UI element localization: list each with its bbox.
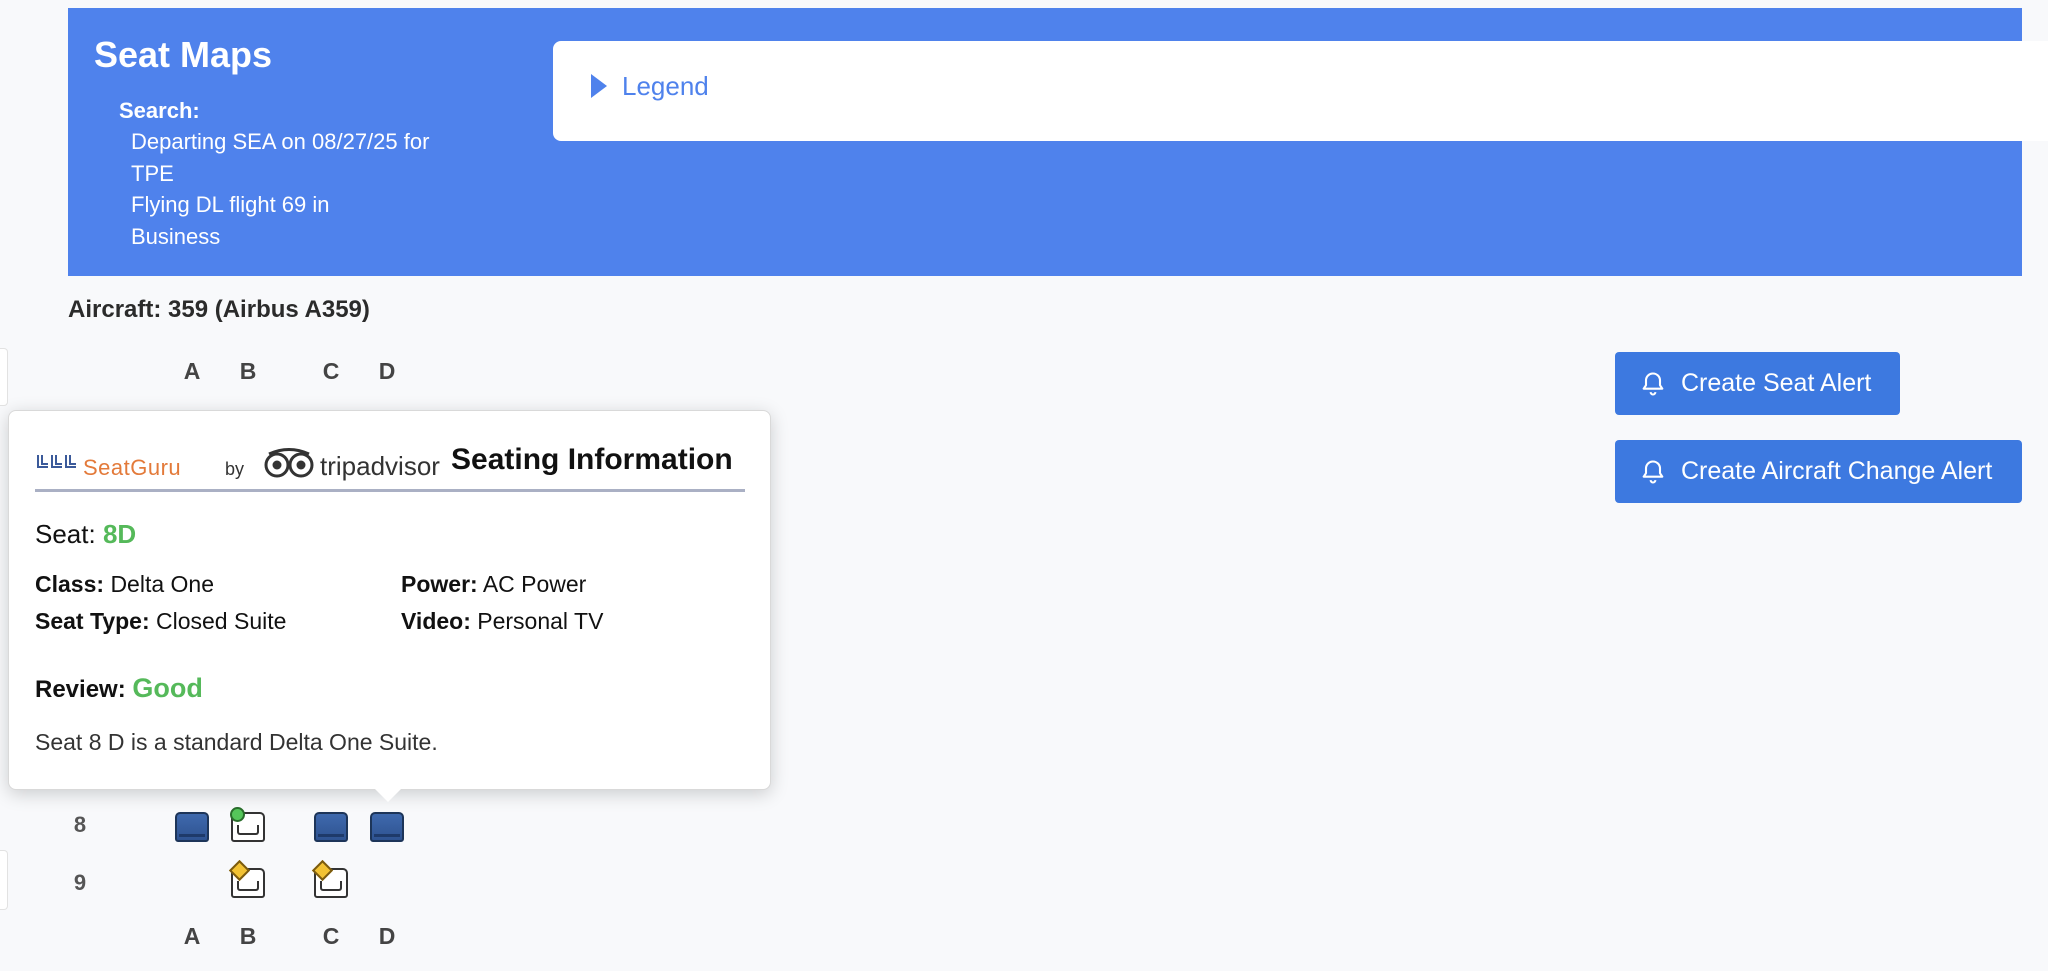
tooltip-seat: Seat: 8D (35, 519, 136, 550)
edge-tab-bottom (0, 850, 8, 910)
seating-information-title: Seating Information (451, 443, 733, 476)
create-seat-alert-button[interactable]: Create Seat Alert (1615, 352, 1900, 415)
tooltip-seat-type: Seat Type: Closed Suite (35, 608, 286, 635)
search-cabin-line: Business (131, 224, 221, 249)
bell-icon (1642, 459, 1664, 484)
seat-description: Seat 8 D is a standard Delta One Suite. (35, 729, 438, 755)
tooltip-class: Class: Delta One (35, 571, 214, 598)
tooltip-power: Power: AC Power (401, 571, 586, 598)
power-label: Power: (401, 571, 478, 597)
search-destination-line: TPE (131, 161, 174, 186)
column-letter-d: D (378, 358, 396, 384)
page-title: Seat Maps (94, 34, 273, 75)
by-text: by (225, 459, 245, 479)
search-flight-line: Flying DL flight 69 in (131, 192, 330, 217)
review-value: Good (132, 673, 203, 703)
seatguru-wordmark: SeatGuru (83, 455, 182, 480)
create-aircraft-change-alert-button[interactable]: Create Aircraft Change Alert (1615, 440, 2022, 503)
edge-tab-top (0, 348, 8, 406)
seat-8d[interactable] (370, 812, 404, 842)
seatguru-seats-logo (37, 455, 76, 468)
create-aircraft-change-alert-label: Create Aircraft Change Alert (1681, 457, 1993, 485)
bell-icon (1642, 371, 1664, 396)
tooltip-review: Review: Good (35, 673, 203, 704)
search-label: Search: (119, 98, 200, 123)
seat-8c[interactable] (314, 812, 348, 842)
column-letter-a: A (183, 358, 201, 384)
seat-value: 8D (102, 519, 137, 549)
class-value: Delta One (110, 571, 214, 597)
row-number-8: 8 (73, 812, 87, 837)
tooltip-pointer (374, 788, 402, 802)
column-letter-c-bottom: C (322, 923, 340, 949)
tooltip-video: Video: Personal TV (401, 608, 603, 635)
search-departure-line: Departing SEA on 08/27/25 for (131, 129, 430, 154)
header-panel: Seat Maps Search: Departing SEA on 08/27… (68, 8, 2048, 276)
aircraft-label: Aircraft: 359 (Airbus A359) (68, 296, 370, 323)
column-letter-b-bottom: B (239, 923, 257, 949)
tripadvisor-wordmark: tripadvisor (320, 451, 440, 481)
legend-toggle[interactable]: Legend (553, 41, 2048, 141)
class-label: Class: (35, 571, 105, 597)
seat-8b-green-dot-icon (230, 807, 245, 822)
video-label: Video: (401, 608, 471, 634)
seat-type-value: Closed Suite (156, 608, 287, 634)
create-seat-alert-label: Create Seat Alert (1681, 369, 1872, 397)
seat-8a[interactable] (175, 812, 209, 842)
caret-right-icon (591, 74, 607, 98)
column-letter-a-bottom: A (183, 923, 201, 949)
seat-type-label: Seat Type: (35, 608, 150, 634)
row-number-9: 9 (73, 870, 87, 895)
column-letter-d-bottom: D (378, 923, 396, 949)
column-letter-b: B (239, 358, 257, 384)
video-value: Personal TV (477, 608, 604, 634)
seat-info-tooltip: SeatGuru by tripadvisor Seating Informat… (8, 410, 771, 790)
column-letter-c: C (322, 358, 340, 384)
legend-label: Legend (622, 71, 709, 101)
tripadvisor-owl-icon (264, 448, 314, 478)
seat-label: Seat: (35, 519, 96, 549)
seatguru-tripadvisor-brand: SeatGuru by tripadvisor Seating Informat… (35, 441, 745, 487)
review-label: Review: (35, 676, 126, 703)
power-value: AC Power (482, 571, 587, 597)
brand-divider (35, 489, 745, 492)
